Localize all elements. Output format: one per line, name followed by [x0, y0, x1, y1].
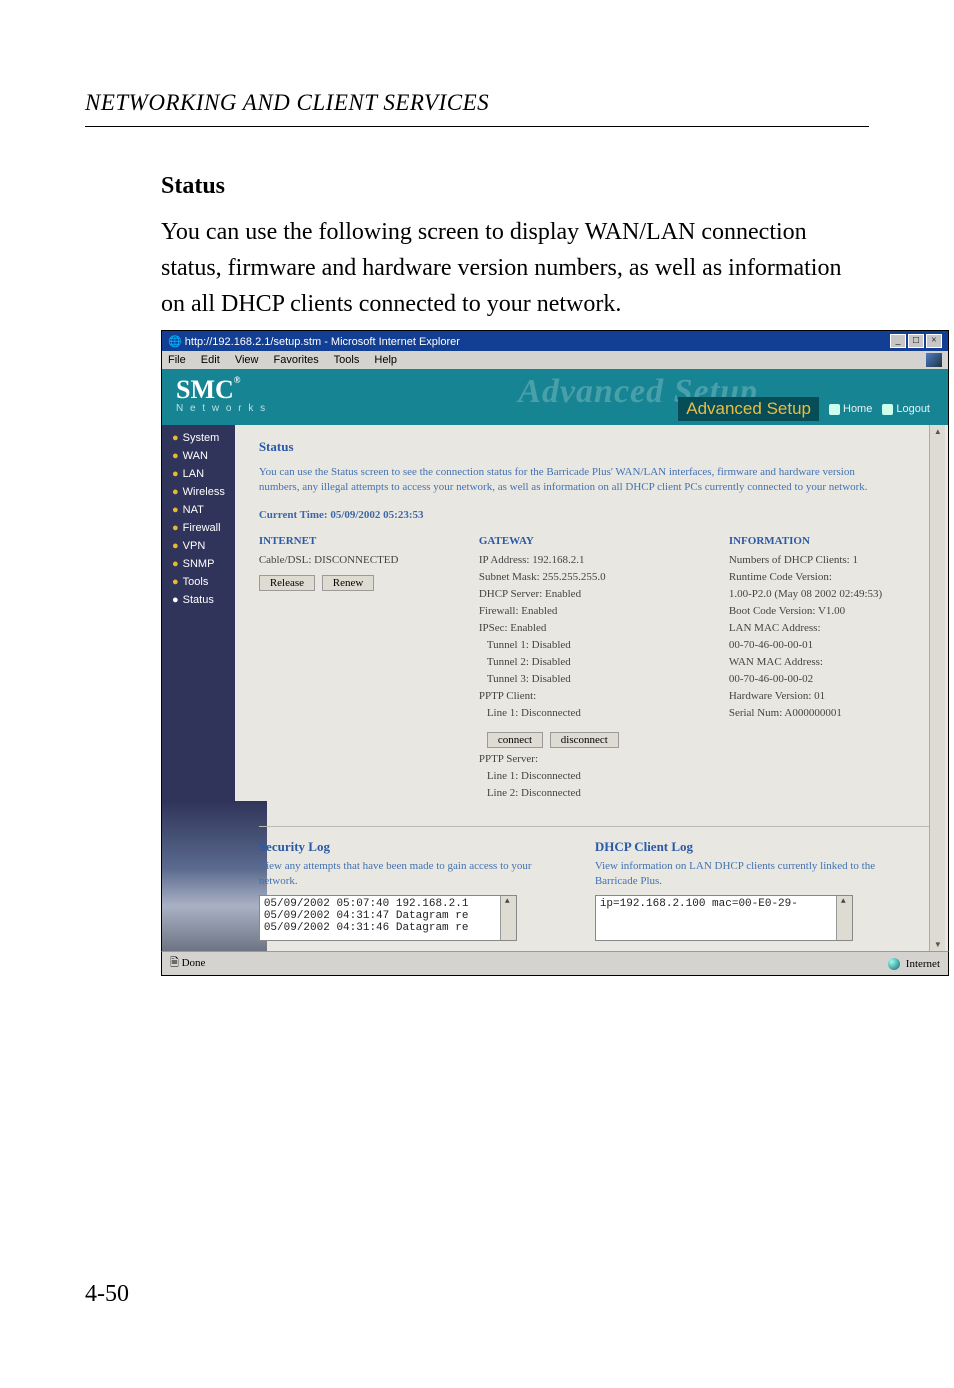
gateway-pptp-client: PPTP Client:	[479, 688, 669, 705]
logout-icon	[882, 404, 893, 415]
sidebar-item-snmp[interactable]: ●SNMP	[162, 555, 235, 573]
minimize-button[interactable]: _	[890, 334, 906, 348]
info-wanmac: WAN MAC Address:	[729, 654, 929, 671]
window-titlebar: 🌐 http://192.168.2.1/setup.stm - Microso…	[161, 330, 949, 351]
status-intro: You can use the Status screen to see the…	[259, 465, 879, 495]
close-button[interactable]: ×	[926, 334, 942, 348]
security-log-box[interactable]: 05/09/2002 05:07:40 192.168.2.1 05/09/20…	[259, 895, 517, 941]
info-runtime: Runtime Code Version:	[729, 569, 929, 586]
home-link[interactable]: Home	[829, 403, 872, 415]
dhcp-log-heading: DHCP Client Log	[595, 839, 895, 855]
screenshot: 🌐 http://192.168.2.1/setup.stm - Microso…	[161, 330, 949, 976]
sidebar-item-nat[interactable]: ●NAT	[162, 501, 235, 519]
menu-view[interactable]: View	[235, 354, 259, 366]
info-serial: Serial Num: A000000001	[729, 705, 929, 722]
sidebar-item-status[interactable]: ●Status	[162, 591, 235, 609]
smc-logo: SMC®	[176, 375, 241, 405]
security-log-heading: Security Log	[259, 839, 559, 855]
info-runtime-val: 1.00-P2.0 (May 08 2002 02:49:53)	[729, 586, 929, 603]
sidebar-item-lan[interactable]: ●LAN	[162, 465, 235, 483]
maximize-button[interactable]: □	[908, 334, 924, 348]
dhcp-log-desc: View information on LAN DHCP clients cur…	[595, 859, 895, 889]
smc-logo-sub: N e t w o r k s	[176, 403, 267, 414]
menu-file[interactable]: File	[168, 354, 186, 366]
gateway-srv-line1: Line 1: Disconnected	[487, 768, 669, 785]
menu-help[interactable]: Help	[374, 354, 397, 366]
internet-column: INTERNET Cable/DSL: DISCONNECTED Release…	[259, 533, 419, 803]
info-lanmac-val: 00-70-46-00-00-01	[729, 637, 929, 654]
info-bootcode: Boot Code Version: V1.00	[729, 603, 929, 620]
gateway-pptp-server: PPTP Server:	[479, 751, 669, 768]
information-heading: INFORMATION	[729, 533, 929, 550]
internet-cable: Cable/DSL: DISCONNECTED	[259, 552, 419, 569]
info-lanmac: LAN MAC Address:	[729, 620, 929, 637]
gateway-ip: IP Address: 192.168.2.1	[479, 552, 669, 569]
logout-link[interactable]: Logout	[882, 403, 930, 415]
seclog-line1: 05/09/2002 05:07:40 192.168.2.1	[264, 898, 512, 910]
menu-favorites[interactable]: Favorites	[274, 354, 319, 366]
seclog-scrollbar[interactable]	[500, 896, 516, 940]
sidebar-item-vpn[interactable]: ●VPN	[162, 537, 235, 555]
home-icon	[829, 404, 840, 415]
section-title: Status	[161, 173, 869, 200]
page-number: 4-50	[85, 1281, 129, 1308]
current-time: Current Time: 05/09/2002 05:23:53	[259, 509, 929, 521]
renew-button[interactable]: Renew	[322, 575, 375, 591]
dhcplog-line1: ip=192.168.2.100 mac=00-E0-29-	[600, 898, 848, 910]
gateway-column: GATEWAY IP Address: 192.168.2.1 Subnet M…	[479, 533, 669, 803]
gateway-srv-line2: Line 2: Disconnected	[487, 785, 669, 802]
sidebar-item-system[interactable]: ●System	[162, 429, 235, 447]
chapter-header: NETWORKING AND CLIENT SERVICES	[85, 90, 869, 116]
connect-button[interactable]: connect	[487, 732, 543, 748]
internet-heading: INTERNET	[259, 533, 419, 550]
sidebar-item-tools[interactable]: ●Tools	[162, 573, 235, 591]
gateway-pptp-line1: Line 1: Disconnected	[487, 705, 669, 722]
sidebar-item-wireless[interactable]: ●Wireless	[162, 483, 235, 501]
dhcp-log-section: DHCP Client Log View information on LAN …	[595, 839, 895, 941]
info-wanmac-val: 00-70-46-00-00-02	[729, 671, 929, 688]
security-log-section: Security Log View any attempts that have…	[259, 839, 559, 941]
status-internet: Internet	[906, 958, 940, 970]
gateway-heading: GATEWAY	[479, 533, 669, 550]
gateway-tunnel3: Tunnel 3: Disabled	[487, 671, 669, 688]
gateway-tunnel2: Tunnel 2: Disabled	[487, 654, 669, 671]
gateway-tunnel1: Tunnel 1: Disabled	[487, 637, 669, 654]
status-done: 🗎 Done	[170, 954, 205, 973]
advanced-setup-label: Advanced Setup	[678, 397, 819, 421]
info-dhcp-clients: Numbers of DHCP Clients: 1	[729, 552, 929, 569]
ie-logo-icon	[926, 353, 942, 367]
information-column: INFORMATION Numbers of DHCP Clients: 1 R…	[729, 533, 929, 803]
content-scrollbar[interactable]	[929, 425, 945, 951]
disconnect-button[interactable]: disconnect	[550, 732, 619, 748]
dhcp-log-box[interactable]: ip=192.168.2.100 mac=00-E0-29-	[595, 895, 853, 941]
browser-statusbar: 🗎 Done Internet	[161, 951, 949, 976]
app-header: SMC® N e t w o r k s Advanced Setup Adva…	[162, 369, 948, 425]
release-button[interactable]: Release	[259, 575, 315, 591]
seclog-line2: 05/09/2002 04:31:47 Datagram re	[264, 910, 512, 922]
browser-menubar: File Edit View Favorites Tools Help	[161, 351, 949, 369]
security-log-desc: View any attempts that have been made to…	[259, 859, 559, 889]
window-title: 🌐 http://192.168.2.1/setup.stm - Microso…	[168, 335, 460, 348]
sidebar: ●System ●WAN ●LAN ●Wireless ●NAT ●Firewa…	[162, 425, 235, 951]
body-paragraph: You can use the following screen to disp…	[161, 214, 869, 322]
gateway-mask: Subnet Mask: 255.255.255.0	[479, 569, 669, 586]
gateway-dhcp: DHCP Server: Enabled	[479, 586, 669, 603]
header-rule	[85, 126, 869, 127]
menu-tools[interactable]: Tools	[334, 354, 360, 366]
sidebar-item-firewall[interactable]: ●Firewall	[162, 519, 235, 537]
status-heading: Status	[259, 439, 929, 455]
internet-zone-icon	[888, 958, 900, 970]
info-hw: Hardware Version: 01	[729, 688, 929, 705]
gateway-ipsec: IPSec: Enabled	[479, 620, 669, 637]
dhcplog-scrollbar[interactable]	[836, 896, 852, 940]
seclog-line3: 05/09/2002 04:31:46 Datagram re	[264, 922, 512, 934]
content-divider	[259, 826, 929, 827]
gateway-firewall: Firewall: Enabled	[479, 603, 669, 620]
menu-edit[interactable]: Edit	[201, 354, 220, 366]
sidebar-item-wan[interactable]: ●WAN	[162, 447, 235, 465]
content-pane: Status You can use the Status screen to …	[235, 425, 949, 951]
